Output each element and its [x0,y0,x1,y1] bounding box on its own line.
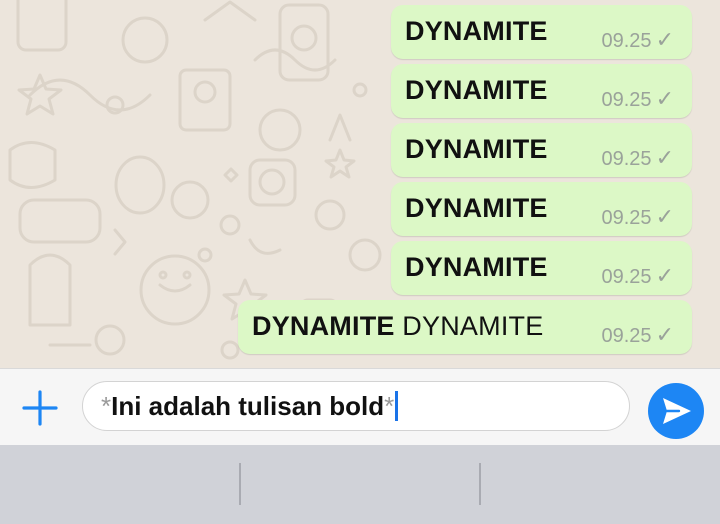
attach-button[interactable] [21,389,59,427]
composer-bar: *Ini adalah tulisan bold* [0,368,720,446]
sent-check-icon: ✓ [655,204,674,229]
message-meta: 09.25 ✓ [602,204,675,230]
message-time: 09.25 [601,89,652,111]
message-text: DYNAMITE [405,16,548,46]
sent-check-icon: ✓ [655,27,674,52]
message-time: 09.25 [601,30,652,52]
message-time: 09.25 [601,325,652,347]
asterisk-close: * [384,391,395,421]
message-bubble[interactable]: DYNAMITE 09.25 ✓ [391,64,692,118]
asterisk-open: * [101,391,112,421]
message-time: 09.25 [601,266,652,288]
message-meta: 09.25 ✓ [602,27,675,53]
message-meta: 09.25 ✓ [602,322,675,348]
chat-area[interactable]: DYNAMITE 09.25 ✓ DYNAMITE 09.25 ✓ DYNAMITE… [0,0,720,368]
sent-check-icon: ✓ [655,145,674,170]
message-text: DYNAMITE [405,75,548,105]
message-input[interactable]: *Ini adalah tulisan bold* [82,381,630,431]
message-meta: 09.25 ✓ [602,145,675,171]
message-input-value[interactable]: *Ini adalah tulisan bold* [101,391,399,422]
message-text: DYNAMITE [405,252,548,282]
plus-icon [22,390,58,426]
message-text: DYNAMITE [405,134,548,164]
sent-check-icon: ✓ [655,86,674,111]
message-bubble[interactable]: DYNAMITE 09.25 ✓ [391,182,692,236]
message-meta: 09.25 ✓ [602,86,675,112]
message-bubble[interactable]: DYNAMITE 09.25 ✓ [391,5,692,59]
message-time: 09.25 [601,207,652,229]
message-text: DYNAMITE [405,193,548,223]
keyboard-suggestion-bar [0,445,720,524]
sent-check-icon: ✓ [655,322,674,347]
input-text: Ini adalah tulisan bold [111,391,385,421]
suggestion-divider [239,463,241,505]
message-bubble[interactable]: DYNAMITE DYNAMITE 09.25 ✓ [238,300,692,354]
suggestion-divider [479,463,481,505]
send-button[interactable] [648,383,704,439]
message-bubble[interactable]: DYNAMITE 09.25 ✓ [391,241,692,295]
sent-check-icon: ✓ [655,263,674,288]
send-icon [663,398,691,424]
text-cursor [395,391,399,421]
message-meta: 09.25 ✓ [602,263,675,289]
message-text: DYNAMITE DYNAMITE [252,311,544,341]
message-time: 09.25 [601,148,652,170]
message-bubble[interactable]: DYNAMITE 09.25 ✓ [391,123,692,177]
